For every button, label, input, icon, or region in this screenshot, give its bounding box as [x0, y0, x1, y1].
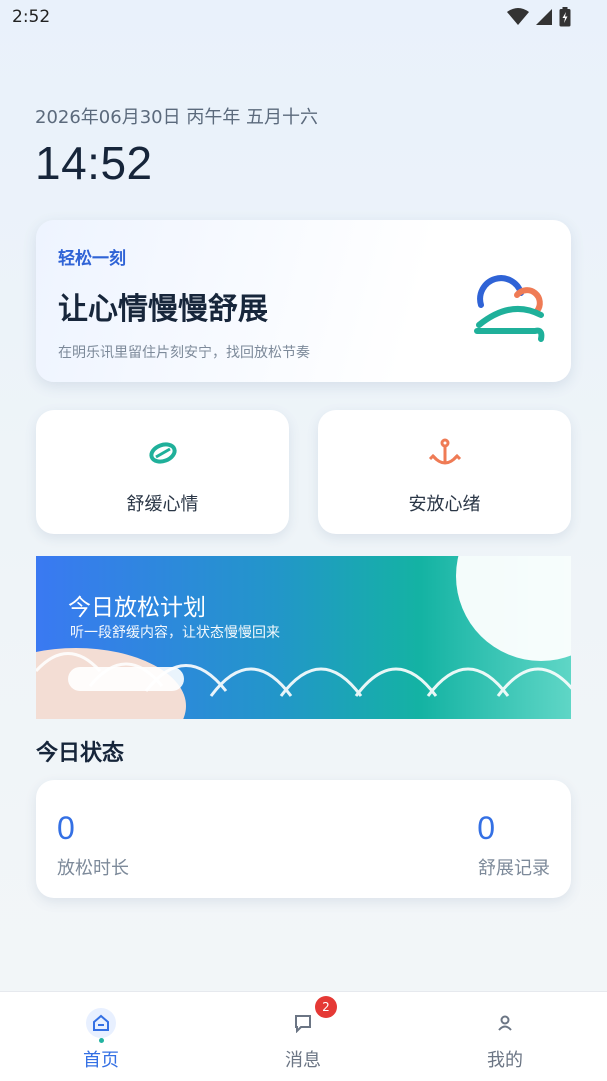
quick-action-soothe-mood[interactable]: 舒缓心情	[36, 410, 289, 534]
tab-home[interactable]: 首页	[31, 992, 171, 1081]
quick-action-settle-thoughts[interactable]: 安放心绪	[318, 410, 571, 534]
cloud-swirl-illustration	[474, 275, 545, 342]
signal-icon	[536, 9, 552, 25]
today-status-title: 今日状态	[36, 741, 125, 766]
plan-start-button[interactable]	[68, 667, 184, 691]
hero-tag: 轻松一刻	[58, 249, 126, 269]
status-time: 2:52	[12, 7, 51, 27]
anchor-icon	[428, 438, 461, 465]
tab-label: 消息	[285, 1050, 321, 1071]
tab-profile[interactable]: 我的	[435, 992, 575, 1081]
home-icon	[86, 1008, 116, 1038]
hero-title: 让心情慢慢舒展	[58, 292, 268, 327]
battery-icon	[559, 7, 571, 27]
stretch-records-label: 舒展记录	[478, 858, 550, 879]
relax-duration-label: 放松时长	[57, 858, 129, 879]
plan-title: 今日放松计划	[68, 595, 206, 621]
wifi-icon	[507, 8, 529, 25]
status-icons	[507, 7, 571, 27]
date-line: 2026年06月30日 丙午年 五月十六	[35, 107, 319, 128]
tab-messages[interactable]: 2 消息	[233, 992, 373, 1081]
tab-label: 我的	[487, 1050, 523, 1071]
hero-card[interactable]: 轻松一刻 让心情慢慢舒展 在明乐讯里留住片刻安宁，找回放松节奏	[36, 220, 571, 382]
hero-subtitle: 在明乐讯里留住片刻安宁，找回放松节奏	[58, 345, 310, 361]
tab-label: 首页	[83, 1050, 119, 1071]
today-status-card: 0 放松时长 0 舒展记录	[36, 780, 571, 898]
bottom-tab-bar: 首页 2 消息 我的	[0, 991, 607, 1081]
status-bar: 2:52	[0, 0, 607, 34]
plan-subtitle: 听一段舒缓内容，让状态慢慢回来	[70, 625, 280, 641]
quick-action-label: 舒缓心情	[126, 494, 199, 515]
leaf-icon	[148, 442, 177, 464]
clock-time: 14:52	[35, 137, 153, 189]
active-indicator	[99, 1038, 104, 1043]
message-icon	[288, 1008, 318, 1038]
stretch-records-value: 0	[477, 810, 495, 846]
quick-action-label: 安放心绪	[408, 494, 481, 515]
user-icon	[490, 1008, 520, 1038]
relax-plan-banner[interactable]: 今日放松计划 听一段舒缓内容，让状态慢慢回来	[36, 556, 571, 719]
relax-duration-value: 0	[57, 810, 75, 846]
message-badge: 2	[315, 996, 337, 1018]
